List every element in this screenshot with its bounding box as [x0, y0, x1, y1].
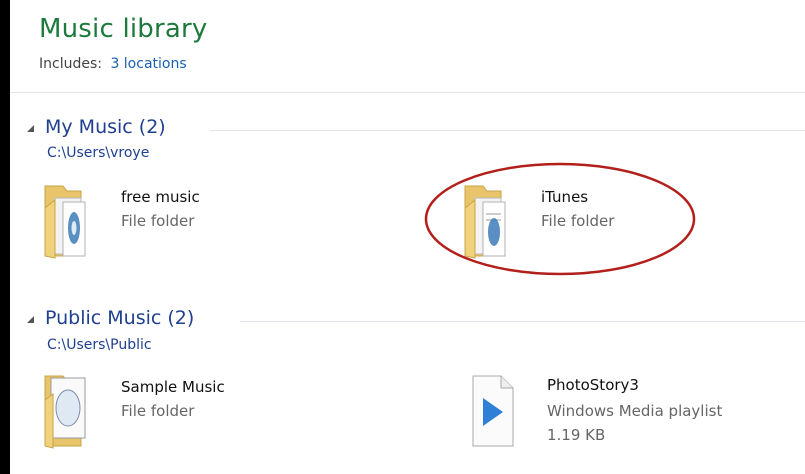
- group-path: C:\Users\vroye: [47, 145, 150, 161]
- group-divider: [210, 130, 805, 131]
- group-title: Public Music (2): [45, 307, 195, 329]
- folder-icon: [41, 180, 101, 259]
- locations-link[interactable]: 3 locations: [110, 56, 186, 72]
- item-type: File folder: [121, 212, 195, 230]
- playlist-item-photostory3[interactable]: PhotoStory3 Windows Media playlist 1.19 …: [467, 370, 797, 447]
- folder-icon: [41, 370, 101, 449]
- item-name: PhotoStory3: [547, 376, 639, 394]
- folder-item-sample-music[interactable]: Sample Music File folder: [41, 370, 371, 449]
- library-header: Music library Includes: 3 locations: [10, 0, 805, 92]
- playlist-icon: [467, 370, 527, 447]
- includes-label: Includes:: [39, 56, 102, 72]
- item-type: Windows Media playlist: [547, 402, 723, 420]
- explorer-pane: Music library Includes: 3 locations My M…: [10, 0, 805, 474]
- group-header-my-music[interactable]: My Music (2): [10, 116, 805, 142]
- item-name: free music: [121, 188, 200, 206]
- collapse-triangle-icon[interactable]: [27, 125, 34, 132]
- library-title: Music library: [39, 14, 208, 44]
- group-path: C:\Users\Public: [47, 337, 152, 353]
- includes-line: Includes: 3 locations: [39, 56, 187, 72]
- folder-item-free-music[interactable]: free music File folder: [41, 180, 371, 259]
- collapse-triangle-icon[interactable]: [27, 316, 34, 323]
- item-size: 1.19 KB: [547, 426, 606, 444]
- group-title: My Music (2): [45, 116, 166, 138]
- header-divider: [10, 92, 805, 93]
- group-header-public-music[interactable]: Public Music (2): [10, 307, 805, 333]
- item-name: Sample Music: [121, 378, 225, 396]
- highlight-circle: [423, 160, 697, 278]
- group-divider: [240, 321, 805, 322]
- item-type: File folder: [121, 402, 195, 420]
